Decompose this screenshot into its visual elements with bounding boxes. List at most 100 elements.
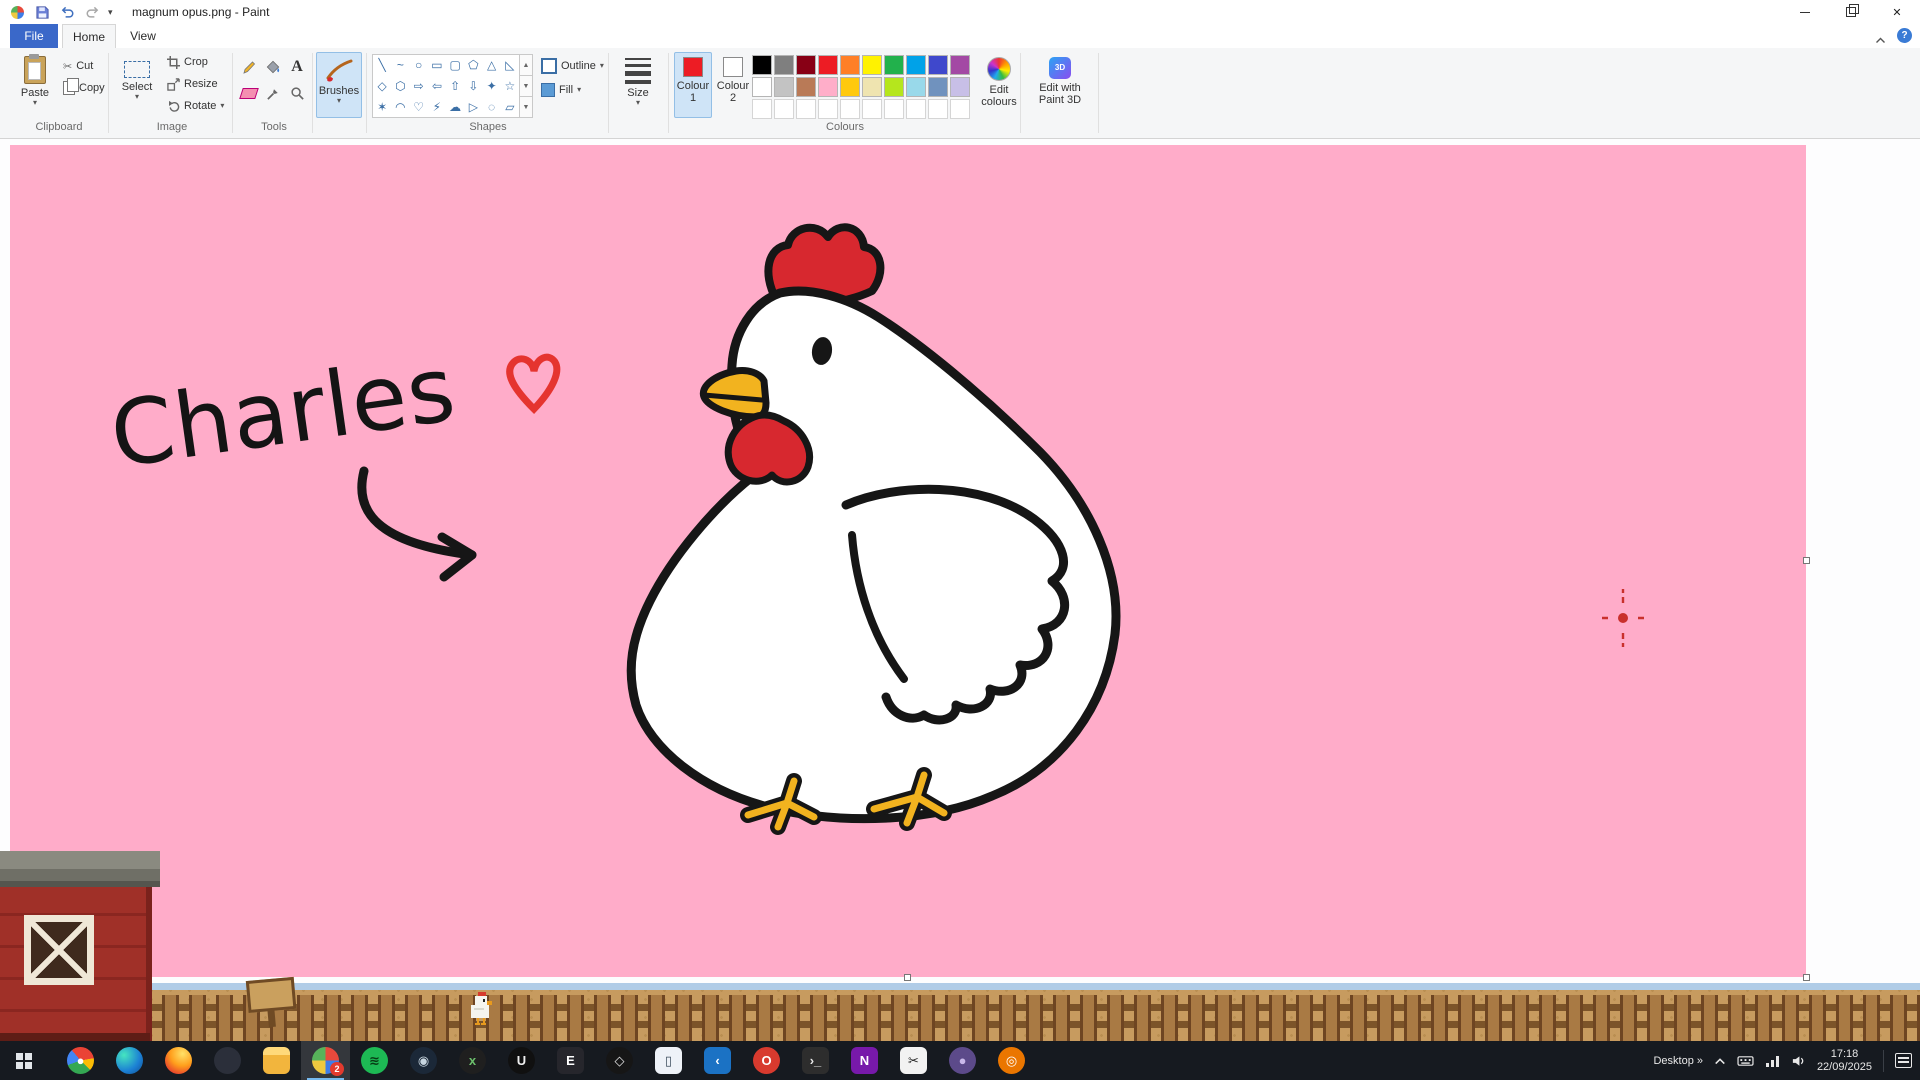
taskbar-icon-github-desktop[interactable]: ● bbox=[938, 1041, 987, 1080]
cut-button[interactable]: ✂ Cut bbox=[60, 56, 96, 76]
shape-cell[interactable]: ▭ bbox=[428, 55, 446, 76]
help-button[interactable]: ? bbox=[1897, 28, 1912, 43]
shape-cell[interactable]: ╲ bbox=[373, 55, 391, 76]
palette-swatch-empty[interactable] bbox=[950, 99, 970, 119]
outline-button[interactable]: Outline ▾ bbox=[538, 56, 607, 76]
palette-swatch[interactable] bbox=[818, 77, 838, 97]
shape-cell[interactable]: ☆ bbox=[501, 76, 519, 97]
taskbar-icon-discord[interactable] bbox=[203, 1041, 252, 1080]
shape-cell[interactable]: ✶ bbox=[373, 96, 391, 117]
shape-cell[interactable]: ~ bbox=[391, 55, 409, 76]
taskbar-icon-unreal-engine[interactable]: U bbox=[497, 1041, 546, 1080]
edit-colours-button[interactable]: Edit colours bbox=[976, 52, 1022, 118]
palette-swatch-empty[interactable] bbox=[774, 99, 794, 119]
palette-swatch-empty[interactable] bbox=[906, 99, 926, 119]
colour1-button[interactable]: Colour 1 bbox=[674, 52, 712, 118]
select-button[interactable]: Select ▾ bbox=[114, 52, 160, 118]
palette-swatch[interactable] bbox=[752, 55, 772, 75]
palette-swatch-empty[interactable] bbox=[862, 99, 882, 119]
palette-swatch[interactable] bbox=[950, 55, 970, 75]
shape-cell[interactable]: ⚡ bbox=[428, 96, 446, 117]
hidden-icons-button[interactable] bbox=[1714, 1057, 1726, 1065]
palette-swatch[interactable] bbox=[862, 77, 882, 97]
palette-swatch[interactable] bbox=[906, 55, 926, 75]
palette-swatch-empty[interactable] bbox=[752, 99, 772, 119]
taskbar-icon-firefox[interactable] bbox=[154, 1041, 203, 1080]
redo-button[interactable] bbox=[83, 3, 101, 21]
canvas-resize-handle-corner[interactable] bbox=[1803, 974, 1810, 981]
canvas-resize-handle-bottom[interactable] bbox=[904, 974, 911, 981]
desktop-toolbar[interactable]: Desktop » bbox=[1653, 1055, 1702, 1067]
shape-cell[interactable]: ♡ bbox=[410, 96, 428, 117]
text-tool[interactable]: A bbox=[286, 56, 308, 78]
taskbar-icon-xbox[interactable]: x bbox=[448, 1041, 497, 1080]
resize-button[interactable]: Resize bbox=[164, 74, 221, 94]
edit-with-paint3d-button[interactable]: 3D Edit with Paint 3D bbox=[1028, 52, 1092, 118]
palette-swatch[interactable] bbox=[928, 77, 948, 97]
magnifier-tool[interactable] bbox=[286, 82, 308, 104]
eraser-tool[interactable] bbox=[238, 82, 260, 104]
palette-swatch[interactable] bbox=[906, 77, 926, 97]
palette-swatch[interactable] bbox=[796, 55, 816, 75]
taskbar-icon-epic-games[interactable]: E bbox=[546, 1041, 595, 1080]
palette-swatch-empty[interactable] bbox=[796, 99, 816, 119]
crop-button[interactable]: Crop bbox=[164, 52, 211, 72]
pencil-tool[interactable] bbox=[238, 56, 260, 78]
taskbar-icon-onenote[interactable]: N bbox=[840, 1041, 889, 1080]
shapes-scroll-down[interactable]: ▼ bbox=[519, 76, 533, 97]
taskbar-clock[interactable]: 17:18 22/09/2025 bbox=[1817, 1048, 1872, 1074]
brushes-button[interactable]: Brushes ▾ bbox=[316, 52, 362, 118]
shapes-scroll-up[interactable]: ▲ bbox=[519, 54, 533, 76]
minimize-button[interactable] bbox=[1782, 0, 1828, 24]
maximize-button[interactable] bbox=[1828, 0, 1874, 24]
copy-button[interactable]: Copy bbox=[60, 78, 108, 98]
shape-cell[interactable]: ☁ bbox=[446, 96, 464, 117]
fill-tool[interactable] bbox=[262, 56, 284, 78]
tab-home[interactable]: Home bbox=[62, 24, 116, 48]
taskbar-icon-blender[interactable]: ◎ bbox=[987, 1041, 1036, 1080]
shape-cell[interactable]: ⬠ bbox=[464, 55, 482, 76]
size-button[interactable]: Size ▾ bbox=[614, 52, 662, 118]
shape-cell[interactable]: ◇ bbox=[373, 76, 391, 97]
network-button[interactable] bbox=[1765, 1054, 1780, 1068]
undo-button[interactable] bbox=[58, 3, 76, 21]
palette-swatch[interactable] bbox=[796, 77, 816, 97]
palette-swatch[interactable] bbox=[774, 55, 794, 75]
palette-swatch[interactable] bbox=[774, 77, 794, 97]
palette-swatch[interactable] bbox=[884, 55, 904, 75]
shape-cell[interactable]: ⇧ bbox=[446, 76, 464, 97]
shape-cell[interactable]: ○ bbox=[410, 55, 428, 76]
save-button[interactable] bbox=[33, 3, 51, 21]
paste-button[interactable]: Paste ▾ bbox=[12, 52, 58, 118]
colour2-button[interactable]: Colour 2 bbox=[714, 52, 752, 118]
taskbar-icon-capcut[interactable]: ✂ bbox=[889, 1041, 938, 1080]
palette-swatch[interactable] bbox=[818, 55, 838, 75]
tab-view[interactable]: View bbox=[120, 24, 166, 47]
palette-swatch[interactable] bbox=[752, 77, 772, 97]
palette-swatch-empty[interactable] bbox=[818, 99, 838, 119]
start-button[interactable] bbox=[0, 1041, 48, 1080]
shapes-gallery-expand[interactable]: ▼ bbox=[519, 97, 533, 118]
canvas-resize-handle-right[interactable] bbox=[1803, 557, 1810, 564]
taskbar-icon-vscode[interactable]: ‹ bbox=[693, 1041, 742, 1080]
palette-swatch[interactable] bbox=[840, 77, 860, 97]
taskbar-icon-spotify[interactable]: ≋ bbox=[350, 1041, 399, 1080]
action-center-button[interactable] bbox=[1895, 1053, 1912, 1068]
shape-cell[interactable]: ⬡ bbox=[391, 76, 409, 97]
taskbar-icon-edge[interactable] bbox=[105, 1041, 154, 1080]
palette-swatch-empty[interactable] bbox=[928, 99, 948, 119]
shape-cell[interactable]: ✦ bbox=[483, 76, 501, 97]
collapse-ribbon-button[interactable] bbox=[1875, 31, 1886, 49]
paint-canvas[interactable]: Charles bbox=[10, 145, 1806, 977]
fill-button[interactable]: Fill ▾ bbox=[538, 80, 584, 100]
palette-swatch[interactable] bbox=[928, 55, 948, 75]
shape-cell[interactable]: ⇦ bbox=[428, 76, 446, 97]
palette-swatch[interactable] bbox=[884, 77, 904, 97]
taskbar-icon-phone-link[interactable]: ▯ bbox=[644, 1041, 693, 1080]
color-picker-tool[interactable] bbox=[262, 82, 284, 104]
touch-keyboard-button[interactable] bbox=[1737, 1054, 1754, 1068]
taskbar-icon-paint[interactable]: 2 bbox=[301, 1041, 350, 1080]
volume-button[interactable] bbox=[1791, 1054, 1806, 1068]
close-button[interactable]: ✕ bbox=[1874, 0, 1920, 24]
palette-swatch[interactable] bbox=[950, 77, 970, 97]
